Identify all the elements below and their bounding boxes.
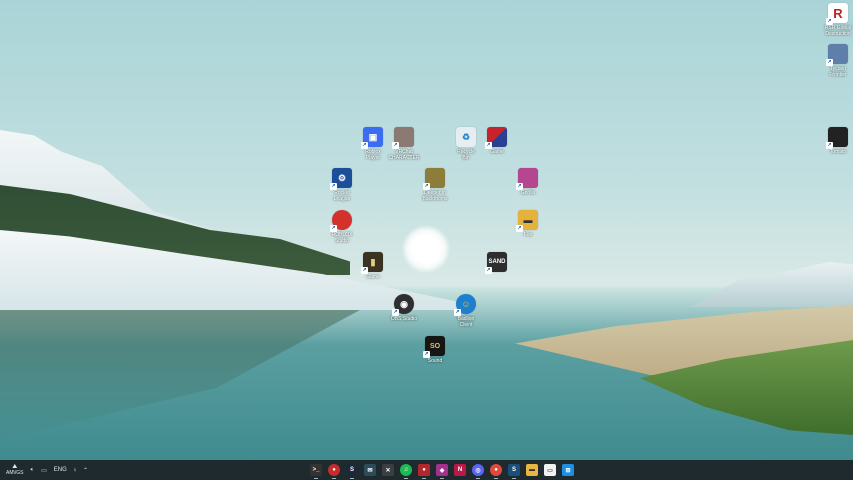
- recycle-bin-icon: ♻: [456, 127, 476, 147]
- obs-icon: ◉ ↗: [392, 294, 414, 316]
- game-icon: ↗: [826, 127, 848, 149]
- chevron-up-icon[interactable]: ⌃: [83, 467, 88, 474]
- desktop-icon-badlion[interactable]: ☺ ↗ Badlion Client: [445, 294, 487, 328]
- game-icon: ↗: [423, 168, 445, 190]
- roblox-studio-icon: ↗: [330, 210, 352, 232]
- taskbar: ⛰ AM\/GS 🔈︎ ▭ ENG ♮ ⌃ >_ ● S ✉ ✕ ♫ ● ◆ N…: [0, 460, 853, 480]
- steam-alt-icon[interactable]: S: [508, 464, 520, 479]
- game-icon: ↗: [485, 127, 507, 149]
- desktop-icon-top-right-2[interactable]: ↗ Tycoon Frontier: [817, 44, 853, 78]
- icon-label: Tycoon Frontier: [829, 66, 847, 78]
- network-icon[interactable]: ▭: [41, 467, 47, 474]
- folder-icon: ▬ ↗: [516, 210, 538, 232]
- sand-icon: SAND ↗: [485, 252, 507, 274]
- desktop-icon-game-red-blue[interactable]: ↗ Game: [476, 127, 518, 155]
- sound-icon: SO ↗: [423, 336, 445, 358]
- desktop-icon-game-dark[interactable]: ▮ ↗ Game: [352, 252, 394, 280]
- multi-app-icon[interactable]: ◆: [436, 464, 448, 479]
- discord-icon[interactable]: ◎: [472, 464, 484, 479]
- icon-label: Tomato: [829, 149, 847, 155]
- icon-label: Gorilla: [520, 190, 536, 196]
- wallpaper-reflection: [0, 310, 360, 440]
- next-icon[interactable]: N: [454, 464, 466, 476]
- system-tray: ⛰ AM\/GS 🔈︎ ▭ ENG ♮ ⌃: [6, 460, 88, 480]
- icon-label: Fun: [523, 232, 533, 238]
- icon-label: Badlion Client: [457, 316, 475, 328]
- chrome-dev-icon[interactable]: ●: [328, 464, 340, 479]
- game-icon: ↗: [392, 127, 414, 149]
- weather-text: AM\/GS: [6, 470, 24, 476]
- icon-label: Game: [366, 274, 380, 280]
- language-indicator[interactable]: ENG: [54, 467, 67, 473]
- icon-label: RSR Global Destruction: [824, 25, 852, 37]
- icon-label: Game: [490, 149, 504, 155]
- icon-label: Recycle Bin: [457, 149, 475, 161]
- terminal-icon[interactable]: >_: [310, 464, 322, 479]
- wallpaper-mountain-right: [690, 262, 853, 307]
- icon-label: VRChat CHARACTER: [388, 149, 420, 161]
- desktop-icon-rocket-league[interactable]: ⚙ ↗ Rocket League: [321, 168, 363, 202]
- x-app-icon[interactable]: ✕: [382, 464, 394, 476]
- desktop-icon-game-cover[interactable]: ↗ VRChat CHARACTER: [383, 127, 425, 161]
- desktop-icon-sand[interactable]: SAND ↗: [476, 252, 518, 274]
- red-app-icon[interactable]: ●: [418, 464, 430, 479]
- desktop-icon-folder[interactable]: ▬ ↗ Fun: [507, 210, 549, 238]
- roblox-icon: ▣ ↗: [361, 127, 383, 149]
- mail-icon[interactable]: ✉: [364, 464, 376, 476]
- start-icon[interactable]: ⊞: [562, 464, 574, 476]
- weather-widget[interactable]: ⛰ AM\/GS: [6, 464, 24, 476]
- desktop-icon-game-pink[interactable]: ↗ Gorilla: [507, 168, 549, 196]
- icon-label: OBS Studio: [390, 316, 418, 322]
- desktop-icon-right-game[interactable]: ↗ Tomato: [817, 127, 853, 155]
- desktop-icon-sound[interactable]: SO ↗ Sound: [414, 336, 456, 364]
- microphone-icon[interactable]: ♮: [74, 467, 76, 474]
- rocket-league-icon: ⚙ ↗: [330, 168, 352, 190]
- icon-label: Roblox Player: [365, 149, 381, 161]
- icon-label: Deeper in Backrooms: [422, 190, 448, 202]
- desktop-icon-obs-studio[interactable]: ◉ ↗ OBS Studio: [383, 294, 425, 322]
- game-icon: ↗: [516, 168, 538, 190]
- desktop[interactable]: ▣ ↗ Roblox Player ↗ VRChat CHARACTER ♻ Recy…: [0, 0, 853, 460]
- wallpaper-sun: [402, 225, 450, 273]
- icon-label: ROBLOX Studio: [331, 232, 353, 244]
- spotify-icon[interactable]: ♫: [400, 464, 412, 479]
- desktop-icon-game-yellow[interactable]: ↗ Deeper in Backrooms: [414, 168, 456, 202]
- chrome-icon[interactable]: ●: [490, 464, 502, 479]
- icon-label: Sound: [427, 358, 443, 364]
- badlion-icon: ☺ ↗: [454, 294, 476, 316]
- game-icon: ↗: [826, 44, 848, 66]
- game-icon: ▮ ↗: [361, 252, 383, 274]
- icon-label: Rocket League: [333, 190, 351, 202]
- desktop-icon-rsr-global[interactable]: R ↗ RSR Global Destruction: [817, 3, 853, 37]
- rsr-icon: R ↗: [826, 3, 848, 25]
- taskbar-pinned-apps: >_ ● S ✉ ✕ ♫ ● ◆ N ◎ ● S ▬ ▭ ⊞: [310, 462, 574, 479]
- notepad-icon[interactable]: ▭: [544, 464, 556, 476]
- desktop-icon-roblox-studio[interactable]: ↗ ROBLOX Studio: [321, 210, 363, 244]
- volume-icon[interactable]: 🔈︎: [31, 467, 35, 474]
- file-explorer-icon[interactable]: ▬: [526, 464, 538, 476]
- steam-icon[interactable]: S: [346, 464, 358, 479]
